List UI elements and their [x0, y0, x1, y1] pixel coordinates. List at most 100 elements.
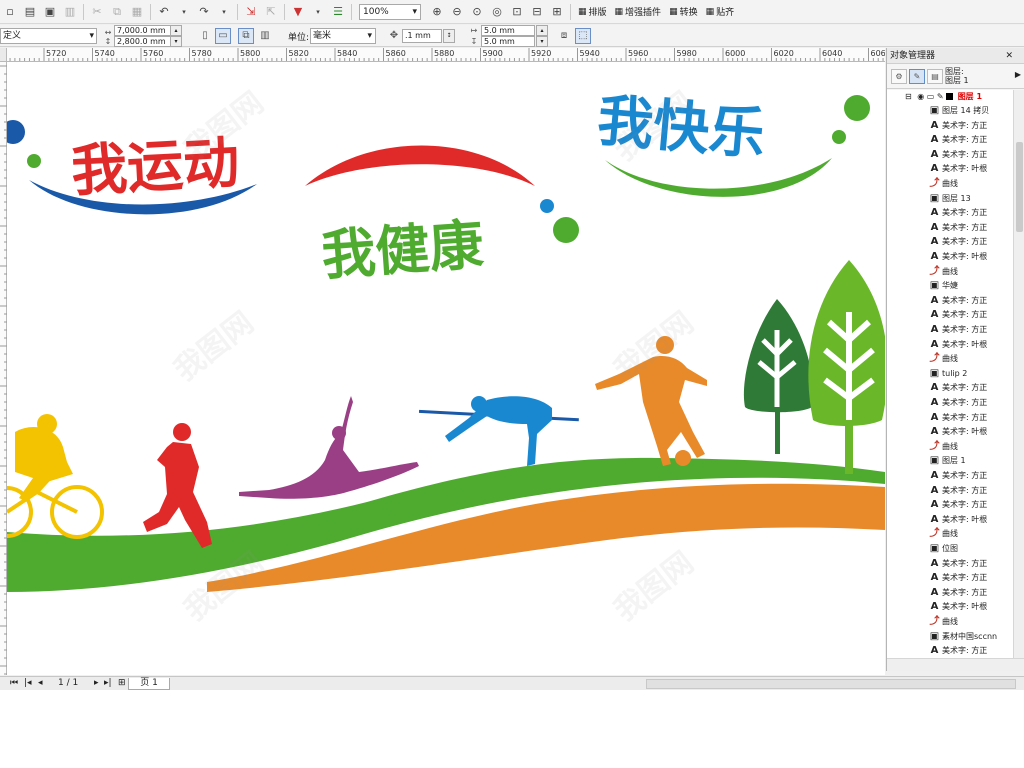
object-tree-item[interactable]: A 美术字: 叶根: [929, 425, 1013, 439]
object-tree-item[interactable]: A 美术字: 方正: [929, 323, 1013, 337]
publish-pdf-icon[interactable]: ▼: [289, 3, 307, 21]
snap-button[interactable]: ▦ 贴齐: [702, 3, 739, 21]
object-tree-item[interactable]: A 美术字: 方正: [929, 498, 1013, 512]
object-tree-item[interactable]: A 美术字: 方正: [929, 148, 1013, 162]
object-tree-item[interactable]: A 美术字: 方正: [929, 308, 1013, 322]
layer-manager-icon[interactable]: ▤: [927, 69, 943, 84]
scrollbar-thumb[interactable]: [1016, 142, 1023, 232]
page-preset-select[interactable]: 定义 ▾: [0, 28, 97, 44]
save-icon[interactable]: ▣: [41, 3, 59, 21]
object-tree-item[interactable]: A 美术字: 方正: [929, 557, 1013, 571]
last-page-icon[interactable]: ▸|: [104, 678, 112, 688]
all-pages-icon[interactable]: ⧉: [238, 28, 254, 44]
horizontal-ruler[interactable]: 5720 5740 5760 5780 5800 5820 5840 5860 5880 5900…: [7, 48, 885, 62]
zoom-all-icon[interactable]: ◎: [488, 3, 506, 21]
zoom-in-icon[interactable]: ⊕: [428, 3, 446, 21]
zoom-page-icon[interactable]: ⊡: [508, 3, 526, 21]
object-tree-item[interactable]: ⤴ 曲线: [929, 177, 1013, 191]
object-tree-item[interactable]: ▣ 华婕: [929, 279, 1013, 293]
object-tree-item[interactable]: A 美术字: 方正: [929, 469, 1013, 483]
enhance-plugin-button[interactable]: ▦ 增强插件: [611, 3, 666, 21]
width-spin-icon[interactable]: ▴: [170, 25, 182, 36]
close-icon[interactable]: ✕: [1005, 48, 1013, 64]
open-folder-icon[interactable]: ▤: [21, 3, 39, 21]
root-layer-row[interactable]: ⊟ ◉ ▭ ✎ 图层 1: [905, 90, 1013, 104]
current-page-icon[interactable]: ▥: [257, 28, 273, 44]
print-icon[interactable]: ▥: [61, 3, 79, 21]
copy-icon[interactable]: ⧉: [108, 3, 126, 21]
object-tree-item[interactable]: A 美术字: 方正: [929, 133, 1013, 147]
cut-icon[interactable]: ✂: [88, 3, 106, 21]
object-tree-item[interactable]: A 美术字: 方正: [929, 119, 1013, 133]
next-page-icon[interactable]: ▸: [94, 678, 99, 688]
eye-icon[interactable]: ◉: [917, 92, 924, 101]
nudge-spin-icon[interactable]: ↕: [443, 29, 455, 43]
object-tree-item[interactable]: A 美术字: 叶根: [929, 338, 1013, 352]
object-tree-item[interactable]: A 美术字: 方正: [929, 381, 1013, 395]
object-tree[interactable]: ⊟ ◉ ▭ ✎ 图层 1 ▣ 图层 14 拷贝 A 美术字: 方正 A 美术字: 方正 A 美…: [887, 90, 1013, 658]
object-tree-item[interactable]: ⤴ 曲线: [929, 440, 1013, 454]
object-tree-item[interactable]: A 美术字: 方正: [929, 206, 1013, 220]
dup-y-spin-icon[interactable]: ▾: [536, 36, 548, 47]
object-tree-item[interactable]: A 美术字: 方正: [929, 396, 1013, 410]
page-tab[interactable]: 页 1: [128, 678, 170, 690]
object-tree-hscrollbar[interactable]: [887, 658, 1024, 671]
undo-icon[interactable]: ↶: [155, 3, 173, 21]
dup-x-spin-icon[interactable]: ▴: [536, 25, 548, 36]
treat-as-filled-icon[interactable]: ⧈: [556, 28, 572, 44]
paste-icon[interactable]: ▦: [128, 3, 146, 21]
object-tree-item[interactable]: A 美术字: 方正: [929, 294, 1013, 308]
panel-menu-arrow-icon[interactable]: ▶: [1015, 70, 1021, 79]
redo-dropdown-icon[interactable]: ▾: [215, 3, 233, 21]
object-tree-item[interactable]: A 美术字: 叶根: [929, 162, 1013, 176]
object-tree-item[interactable]: A 美术字: 方正: [929, 221, 1013, 235]
publish-dropdown-icon[interactable]: ▾: [309, 3, 327, 21]
units-select[interactable]: 毫米 ▾: [310, 28, 376, 44]
zoom-level-select[interactable]: 100% ▾: [359, 3, 421, 20]
portrait-icon[interactable]: ▯: [197, 28, 213, 44]
object-tree-item[interactable]: ▣ 图层 13: [929, 192, 1013, 206]
vertical-ruler[interactable]: [0, 62, 7, 675]
edit-across-layers-icon[interactable]: ✎: [909, 69, 925, 84]
zoom-width-icon[interactable]: ⊟: [528, 3, 546, 21]
nudge-input[interactable]: .1 mm: [402, 29, 442, 43]
new-file-icon[interactable]: ▫: [1, 3, 19, 21]
add-page-icon[interactable]: ⊞: [118, 678, 126, 688]
object-tree-item[interactable]: ▣ tulip 2: [929, 367, 1013, 381]
object-tree-item[interactable]: A 美术字: 方正: [929, 484, 1013, 498]
object-tree-item[interactable]: A 美术字: 叶根: [929, 513, 1013, 527]
show-properties-icon[interactable]: ⚙: [891, 69, 907, 84]
landscape-icon[interactable]: ▭: [215, 28, 231, 44]
object-tree-item[interactable]: A 美术字: 方正: [929, 411, 1013, 425]
canvas-hscrollbar[interactable]: [646, 679, 1016, 689]
undo-dropdown-icon[interactable]: ▾: [175, 3, 193, 21]
first-page-arrow-icon[interactable]: |◂: [24, 678, 32, 688]
duplicate-y-input[interactable]: 5.0 mm: [481, 36, 535, 47]
duplicate-x-input[interactable]: 5.0 mm: [481, 25, 535, 36]
object-tree-scrollbar[interactable]: [1013, 90, 1024, 658]
export-icon[interactable]: ⇱: [262, 3, 280, 21]
ruler-origin[interactable]: [0, 48, 7, 62]
object-tree-item[interactable]: A 美术字: 方正: [929, 235, 1013, 249]
object-tree-item[interactable]: ▣ 素材中国sccnn: [929, 630, 1013, 644]
object-tree-item[interactable]: A 美术字: 叶根: [929, 600, 1013, 614]
object-tree-item[interactable]: A 美术字: 方正: [929, 644, 1013, 658]
object-tree-item[interactable]: A 美术字: 方正: [929, 586, 1013, 600]
object-tree-item[interactable]: ⤴ 曲线: [929, 615, 1013, 629]
drawing-canvas[interactable]: 我运动 我健康 我快乐 我图网 我图网 我图网 我图网 我图网 我图网: [7, 62, 885, 675]
first-page-icon[interactable]: ⏮: [10, 678, 18, 688]
layout-button[interactable]: ▦ 排版: [574, 3, 611, 21]
import-icon[interactable]: ⇲: [242, 3, 260, 21]
object-tree-item[interactable]: ▣ 图层 1: [929, 454, 1013, 468]
object-tree-item[interactable]: ▣ 位图: [929, 542, 1013, 556]
object-tree-item[interactable]: ⤴ 曲线: [929, 527, 1013, 541]
zoom-height-icon[interactable]: ⊞: [548, 3, 566, 21]
print-toggle-icon[interactable]: ▭: [927, 92, 935, 101]
snap-to-page-icon[interactable]: ⬚: [575, 28, 591, 44]
convert-button[interactable]: ▦ 转换: [665, 3, 702, 21]
redo-icon[interactable]: ↷: [195, 3, 213, 21]
application-launcher-icon[interactable]: ☰: [329, 3, 347, 21]
height-spin-icon[interactable]: ▾: [170, 36, 182, 47]
object-tree-item[interactable]: ▣ 图层 14 拷贝: [929, 104, 1013, 118]
object-tree-item[interactable]: A 美术字: 方正: [929, 571, 1013, 585]
